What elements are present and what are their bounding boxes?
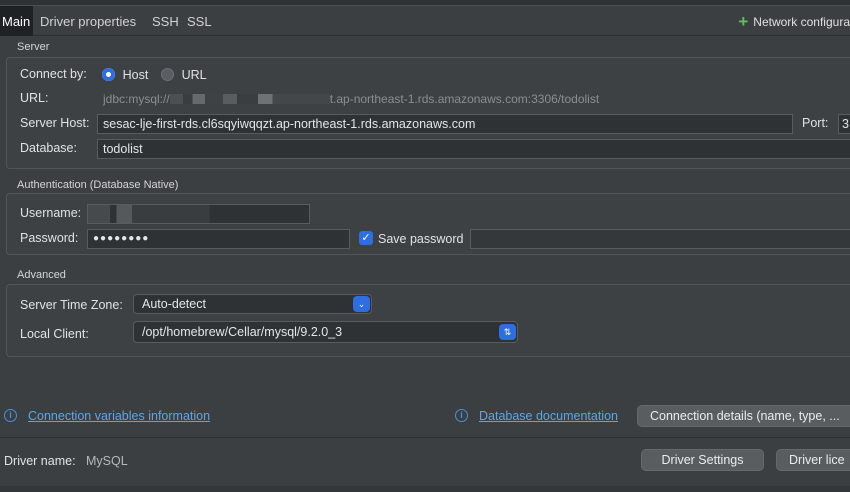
plus-icon: + <box>738 12 749 31</box>
checkmark-icon: ✓ <box>361 232 371 244</box>
tab-bar: Main Driver properties SSH SSL <box>0 6 850 36</box>
url-field: jdbc:mysql:// t.ap-northeast-1.rds.amazon… <box>97 89 850 109</box>
database-input[interactable]: todolist <box>97 139 850 159</box>
save-password-label: Save password <box>378 232 464 246</box>
server-section-title: Server <box>17 41 50 53</box>
host-radio-label: Host <box>122 68 149 82</box>
chevron-down-icon[interactable]: ⌄ <box>353 296 370 312</box>
database-documentation-link[interactable]: Database documentation <box>479 409 618 423</box>
url-redacted <box>169 94 330 104</box>
tab-main[interactable]: Main <box>0 6 34 36</box>
driver-settings-button[interactable]: Driver Settings <box>641 449 764 471</box>
local-client-label: Local Client: <box>20 327 89 341</box>
connection-details-button[interactable]: Connection details (name, type, ... <box>637 405 850 427</box>
save-password-checkbox[interactable]: ✓ <box>359 231 373 245</box>
password-row-filler <box>470 229 850 249</box>
connection-variables-link[interactable]: Connection variables information <box>28 409 210 423</box>
radio-selected-icon <box>102 68 115 81</box>
url-radio-label: URL <box>181 68 207 82</box>
server-time-zone-select[interactable]: Auto-detect <box>133 294 372 314</box>
tab-ssl[interactable]: SSL <box>187 6 212 36</box>
network-configuration-button[interactable]: + Network configura <box>738 6 850 36</box>
url-radio[interactable]: URL <box>161 67 207 82</box>
server-time-zone-label: Server Time Zone: <box>20 298 123 312</box>
driver-license-button[interactable]: Driver lice <box>776 449 850 471</box>
info-icon: i <box>4 409 17 422</box>
password-input[interactable]: ●●●●●●●● <box>87 229 350 249</box>
auth-section-title: Authentication (Database Native) <box>17 179 179 191</box>
url-prefix: jdbc:mysql:// <box>103 92 170 106</box>
connect-by-label: Connect by: <box>20 67 87 81</box>
local-client-select[interactable]: /opt/homebrew/Cellar/mysql/9.2.0_3 <box>133 321 518 343</box>
database-label: Database: <box>20 141 77 155</box>
server-host-label: Server Host: <box>20 116 90 130</box>
local-client-value: /opt/homebrew/Cellar/mysql/9.2.0_3 <box>142 325 343 339</box>
bottom-divider <box>0 437 850 438</box>
url-label: URL: <box>20 91 49 105</box>
network-configuration-label: Network configura <box>753 15 850 29</box>
driver-name-value: MySQL <box>86 454 128 468</box>
username-label: Username: <box>20 206 82 220</box>
driver-name-label: Driver name: <box>4 454 76 468</box>
tab-driver-properties[interactable]: Driver properties <box>40 6 136 36</box>
port-input[interactable]: 3 <box>838 114 850 134</box>
server-time-zone-value: Auto-detect <box>142 297 206 311</box>
url-suffix: t.ap-northeast-1.rds.amazonaws.com:3306/… <box>329 92 600 106</box>
window-bottom-strip <box>0 486 850 492</box>
updown-arrows-icon[interactable]: ⇅ <box>499 324 516 340</box>
radio-unselected-icon <box>161 68 174 81</box>
advanced-section-title: Advanced <box>17 269 66 281</box>
info-icon: i <box>455 409 468 422</box>
server-host-input[interactable]: sesac-lje-first-rds.cl6sqyiwqqzt.ap-nort… <box>97 114 793 134</box>
username-input[interactable] <box>87 204 310 224</box>
host-radio[interactable]: Host <box>102 67 148 82</box>
tab-ssh[interactable]: SSH <box>152 6 179 36</box>
password-label: Password: <box>20 231 79 245</box>
port-label: Port: <box>802 116 829 130</box>
